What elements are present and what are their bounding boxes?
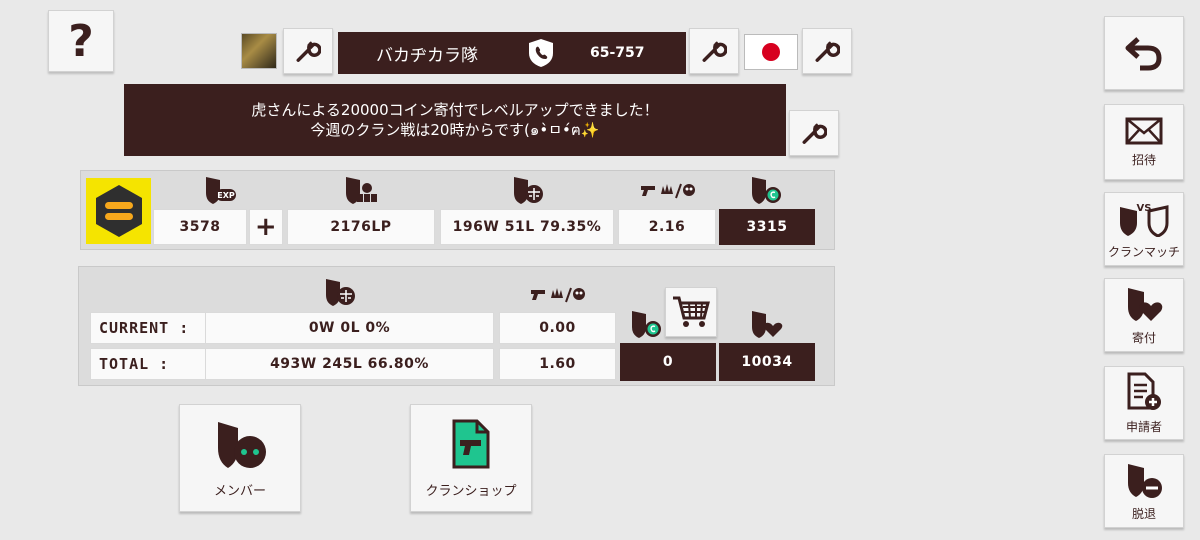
record-value: 196W 51L 79.35% (440, 209, 614, 245)
league-shield-icon (340, 174, 380, 206)
season-donations-value: 10034 (719, 343, 815, 381)
clan-coins-value: 3315 (719, 209, 815, 245)
leave-shield-icon (1128, 463, 1162, 498)
back-arrow-icon (1125, 37, 1162, 71)
rank-hexagon-icon (95, 185, 142, 237)
edit-flag-button[interactable] (802, 28, 852, 74)
help-button[interactable]: ? (48, 10, 114, 72)
donate-label: 寄付 (1131, 330, 1156, 345)
document-add-icon (1127, 372, 1161, 410)
current-record-value: 0W 0L 0% (205, 312, 494, 344)
kill-death-icon (528, 282, 588, 308)
invite-label: 招待 (1131, 152, 1156, 167)
donation-heart-shield-icon (746, 308, 786, 340)
clan-emblem-image[interactable] (241, 33, 277, 69)
clan-match-button[interactable]: VS クランマッチ (1104, 192, 1184, 266)
league-points-value: 2176LP (287, 209, 435, 245)
wrench-icon (702, 41, 727, 62)
clan-shop-button[interactable]: クランショップ (410, 404, 532, 512)
clan-name: バカヂカラ隊 (376, 45, 478, 66)
clan-level-badge (86, 178, 151, 244)
total-kd-value: 1.60 (499, 348, 616, 380)
back-button[interactable] (1104, 16, 1184, 90)
record-shield-icon (320, 276, 360, 308)
japan-flag[interactable] (744, 34, 798, 70)
clan-name-bar: バカヂカラ隊 65-757 (338, 32, 686, 74)
shop-document-icon (452, 419, 490, 468)
leave-label: 脱退 (1131, 506, 1156, 521)
svg-text:EXP: EXP (217, 191, 235, 200)
current-kd-value: 0.00 (499, 312, 616, 344)
clan-code: 65-757 (590, 45, 645, 61)
announcement-line-2: 今週のクラン戦は20時からです(๑•̀ㅁ•́ฅ✨ (310, 121, 600, 139)
total-label: TOTAL : (90, 348, 208, 380)
invite-button[interactable]: 招待 (1104, 104, 1184, 180)
donate-button[interactable]: 寄付 (1104, 278, 1184, 352)
announcement-box: 虎さんによる20000コイン寄付でレベルアップできました！ 今週のクラン戦は20… (124, 84, 786, 156)
current-label: CURRENT : (90, 312, 208, 344)
kill-death-icon (638, 178, 698, 204)
svg-text:VS: VS (1137, 203, 1152, 214)
announcement-line-1: 虎さんによる20000コイン寄付でレベルアップできました！ (251, 101, 659, 119)
clan-shop-label: クランショップ (425, 483, 517, 499)
question-icon: ? (68, 15, 94, 67)
members-shield-icon (218, 421, 266, 468)
total-record-value: 493W 245L 66.80% (205, 348, 494, 380)
leave-button[interactable]: 脱退 (1104, 454, 1184, 528)
exp-plus-button[interactable]: + (249, 209, 283, 245)
applicants-button[interactable]: 申請者 (1104, 366, 1184, 440)
wrench-icon (296, 41, 321, 62)
shop-cart-button[interactable] (665, 287, 717, 337)
cart-icon (673, 296, 710, 327)
plus-icon: + (254, 212, 278, 242)
season-coins-value: 0 (620, 343, 716, 381)
kd-value: 2.16 (618, 209, 716, 245)
coin-shield-icon (746, 174, 786, 206)
flag-red-disc (762, 43, 780, 61)
wrench-icon (815, 41, 840, 62)
members-button[interactable]: メンバー (179, 404, 301, 512)
applicants-label: 申請者 (1125, 419, 1162, 434)
coin-shield-icon (626, 308, 666, 340)
record-shield-icon (508, 174, 548, 206)
shield-phone-icon (529, 39, 553, 67)
exp-shield-icon: EXP (200, 174, 240, 206)
members-label: メンバー (213, 483, 266, 499)
edit-announcement-button[interactable] (789, 110, 839, 156)
wrench-icon (802, 123, 827, 144)
clan-match-label: クランマッチ (1107, 244, 1180, 259)
donate-heart-icon (1128, 287, 1163, 321)
versus-shields-icon: VS (1120, 203, 1169, 237)
exp-value: 3578 (153, 209, 247, 245)
envelope-icon (1125, 117, 1163, 144)
edit-clan-name-button[interactable] (689, 28, 739, 74)
edit-emblem-button[interactable] (283, 28, 333, 74)
